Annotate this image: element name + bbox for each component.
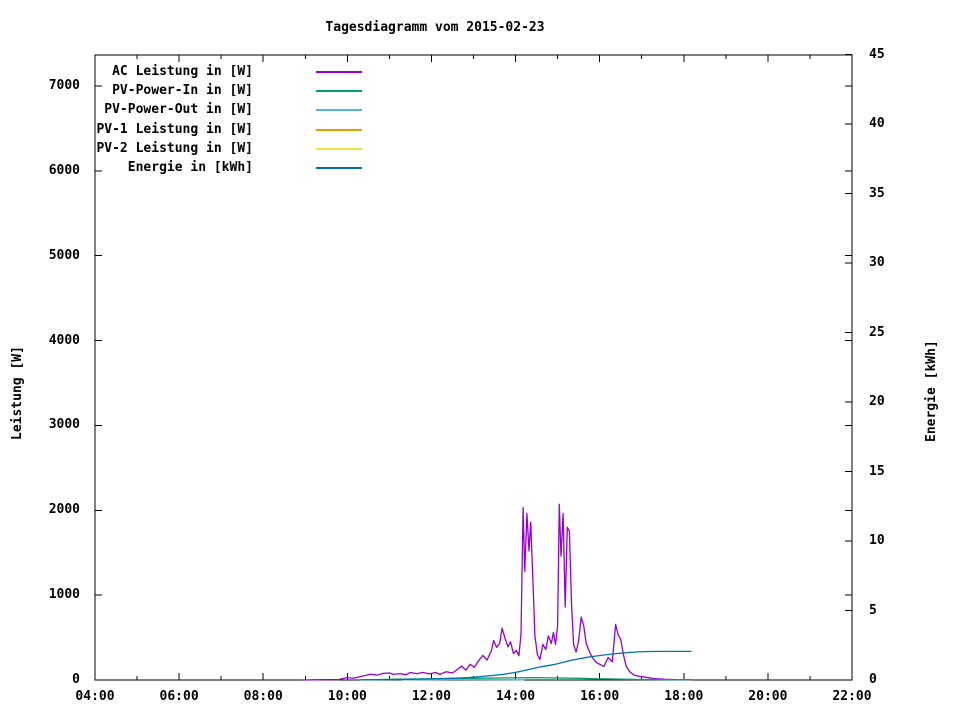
legend-label: Energie in [kWh]: [127, 160, 253, 175]
legend-label: PV-Power-Out in [W]: [104, 102, 253, 118]
legend-row: Energie in [kWh]: [90, 158, 380, 177]
legend-label: PV-1 Leistung in [W]: [96, 121, 253, 137]
y2-tick-label: 0: [869, 672, 877, 687]
y2-tick-label: 30: [869, 255, 885, 270]
x-tick-label: 04:00: [75, 689, 115, 704]
x-tick-label: 14:00: [495, 689, 536, 704]
legend-line-sample: [316, 109, 362, 112]
series-line: [304, 503, 691, 681]
y1-tick-label: 3000: [48, 417, 80, 433]
x-tick-label: 06:00: [159, 689, 199, 704]
y1-tick-label: 5000: [48, 247, 80, 263]
y1-tick-label: 2000: [48, 502, 80, 518]
y2-tick-label: 10: [869, 533, 885, 548]
x-tick-label: 18:00: [664, 689, 704, 704]
x-tick-label: 22:00: [832, 689, 872, 704]
y2-tick-label: 45: [869, 46, 885, 62]
chart-canvas: Tagesdiagramm vom 2015-02-23 Leistung [W…: [0, 0, 960, 720]
x-tick-label: 08:00: [243, 689, 283, 704]
legend-label: PV-Power-In in [W]: [112, 83, 253, 99]
legend-label: AC Leistung in [W]: [112, 64, 253, 79]
y1-tick-label: 7000: [48, 78, 80, 93]
legend-row: AC Leistung in [W]: [90, 62, 380, 81]
legend-label: PV-2 Leistung in [W]: [96, 140, 253, 156]
legend: AC Leistung in [W] PV-Power-In in [W] PV-P…: [90, 62, 380, 176]
legend-line-sample: [316, 147, 362, 150]
x-tick-label: 12:00: [411, 689, 451, 704]
y2-tick-label: 5: [869, 602, 877, 618]
y1-tick-label: 1000: [48, 587, 80, 603]
legend-line-sample: [316, 167, 362, 169]
y1-tick-label: 6000: [48, 162, 80, 178]
legend-row: PV-Power-In in [W]: [90, 81, 380, 100]
x-tick-label: 10:00: [327, 689, 367, 704]
x-tick-label: 20:00: [748, 689, 788, 704]
legend-row: PV-1 Leistung in [W]: [90, 120, 380, 139]
legend-row: PV-2 Leistung in [W]: [90, 139, 380, 158]
x-tick-label: 16:00: [580, 689, 620, 704]
y2-tick-label: 25: [869, 324, 885, 340]
legend-line-sample: [316, 90, 362, 93]
series-line: [363, 650, 692, 681]
y2-tick-label: 35: [869, 185, 885, 201]
y1-tick-label: 0: [72, 672, 80, 687]
y2-tick-label: 20: [869, 394, 885, 409]
y2-tick-label: 15: [869, 463, 885, 479]
legend-row: PV-Power-Out in [W]: [90, 100, 380, 119]
y1-tick-label: 4000: [48, 332, 80, 348]
y2-tick-label: 40: [869, 116, 885, 131]
legend-line-sample: [316, 71, 362, 73]
legend-line-sample: [316, 128, 362, 131]
